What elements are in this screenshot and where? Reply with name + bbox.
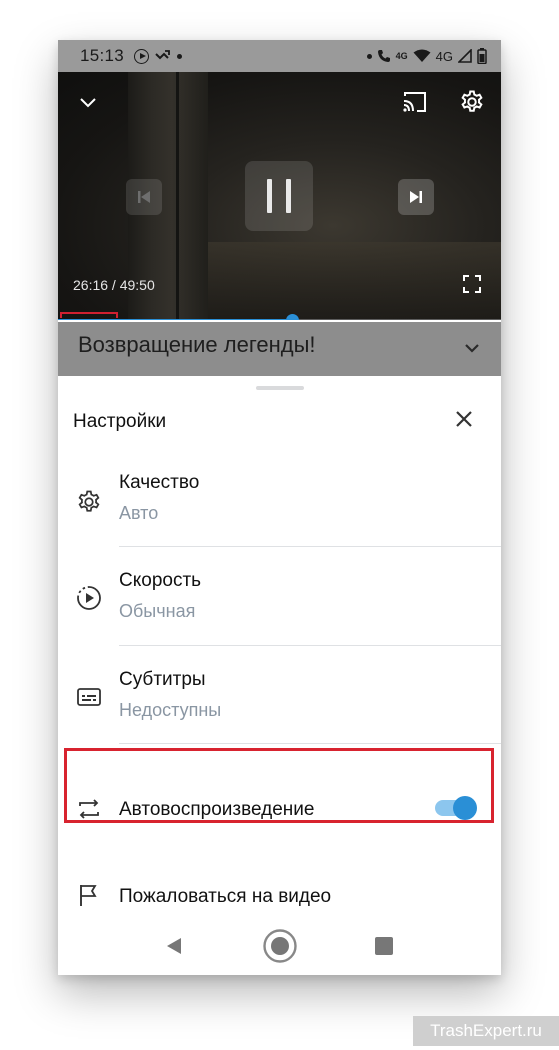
pause-icon-bar-right [286, 179, 291, 213]
divider [119, 743, 501, 744]
settings-item-label: Пожаловаться на видео [119, 886, 332, 907]
missed-call-icon [155, 50, 170, 60]
skip-previous-icon [138, 191, 150, 203]
gear-icon [78, 490, 100, 512]
status-dot-icon [366, 53, 372, 59]
signal-icon [458, 49, 472, 63]
repeat-icon [79, 799, 99, 819]
pause-button[interactable] [245, 161, 313, 231]
flag-icon [80, 885, 97, 906]
watermark: TrashExpert.ru [413, 1016, 559, 1046]
divider [119, 546, 501, 547]
toggle-knob [453, 796, 477, 820]
settings-item-label: Автовоспроизведение [119, 799, 315, 820]
settings-item-quality[interactable]: Качество Авто [58, 468, 501, 566]
settings-item-value: Недоступны [119, 700, 222, 720]
settings-item-subtitles[interactable]: Субтитры Недоступны [58, 666, 501, 764]
video-player[interactable]: 26:16 / 49:50 [58, 72, 501, 320]
settings-sheet-title: Настройки [73, 411, 167, 432]
phone-screen: 15:13 4G 4G 26:16 / 49:50 Возвращение ле… [58, 40, 501, 975]
recent-apps-icon[interactable] [375, 937, 393, 955]
fullscreen-icon[interactable] [462, 274, 482, 294]
video-title: Возвращение легенды! [78, 332, 316, 357]
notification-dot-icon [177, 53, 183, 59]
close-icon[interactable] [453, 408, 475, 430]
next-video-button[interactable] [398, 179, 434, 215]
settings-gear-icon[interactable] [458, 88, 486, 116]
home-icon[interactable] [262, 928, 298, 964]
battery-icon [477, 48, 487, 64]
video-title-bar[interactable]: Возвращение легенды! [58, 322, 501, 376]
divider [119, 645, 501, 646]
settings-item-label: Качество [119, 472, 200, 493]
sheet-drag-handle[interactable] [256, 386, 304, 390]
settings-item-label: Скорость [119, 570, 202, 591]
expand-description-chevron-icon[interactable] [462, 338, 482, 358]
wifi-icon [413, 49, 431, 62]
cast-icon[interactable] [402, 91, 428, 113]
status-right-icons: 4G 4G [366, 48, 487, 64]
system-navigation-bar [58, 920, 501, 975]
previous-video-button[interactable] [126, 179, 162, 215]
network-type-label-2: 4G [435, 48, 453, 64]
status-left-icons [134, 48, 183, 64]
video-frame-ground [208, 242, 501, 320]
back-icon[interactable] [164, 936, 184, 956]
video-timecode: 26:16 / 49:50 [73, 277, 155, 293]
status-time: 15:13 [80, 46, 125, 65]
settings-item-autoplay[interactable]: Автовоспроизведение [58, 764, 501, 854]
status-bar: 15:13 4G 4G [58, 40, 501, 72]
subtitles-icon [77, 688, 101, 706]
progress-fill [58, 319, 293, 320]
settings-item-value: Обычная [119, 601, 196, 621]
settings-item-label: Субтитры [119, 669, 206, 690]
video-frame-tree-edge [176, 72, 179, 320]
network-type-label: 4G [395, 51, 408, 61]
settings-bottom-sheet: Настройки Качество Авто Скорость Обычная… [58, 376, 501, 975]
pause-icon-bar-left [267, 179, 272, 213]
autoplay-toggle[interactable] [435, 795, 477, 821]
video-chapter-marker [60, 312, 118, 318]
minimize-chevron-icon[interactable] [78, 92, 98, 112]
skip-next-icon [410, 191, 422, 203]
settings-item-value: Авто [119, 503, 159, 523]
phone-call-icon [377, 50, 390, 62]
playback-speed-icon [77, 586, 101, 610]
media-play-icon [134, 48, 150, 64]
settings-item-speed[interactable]: Скорость Обычная [58, 567, 501, 665]
